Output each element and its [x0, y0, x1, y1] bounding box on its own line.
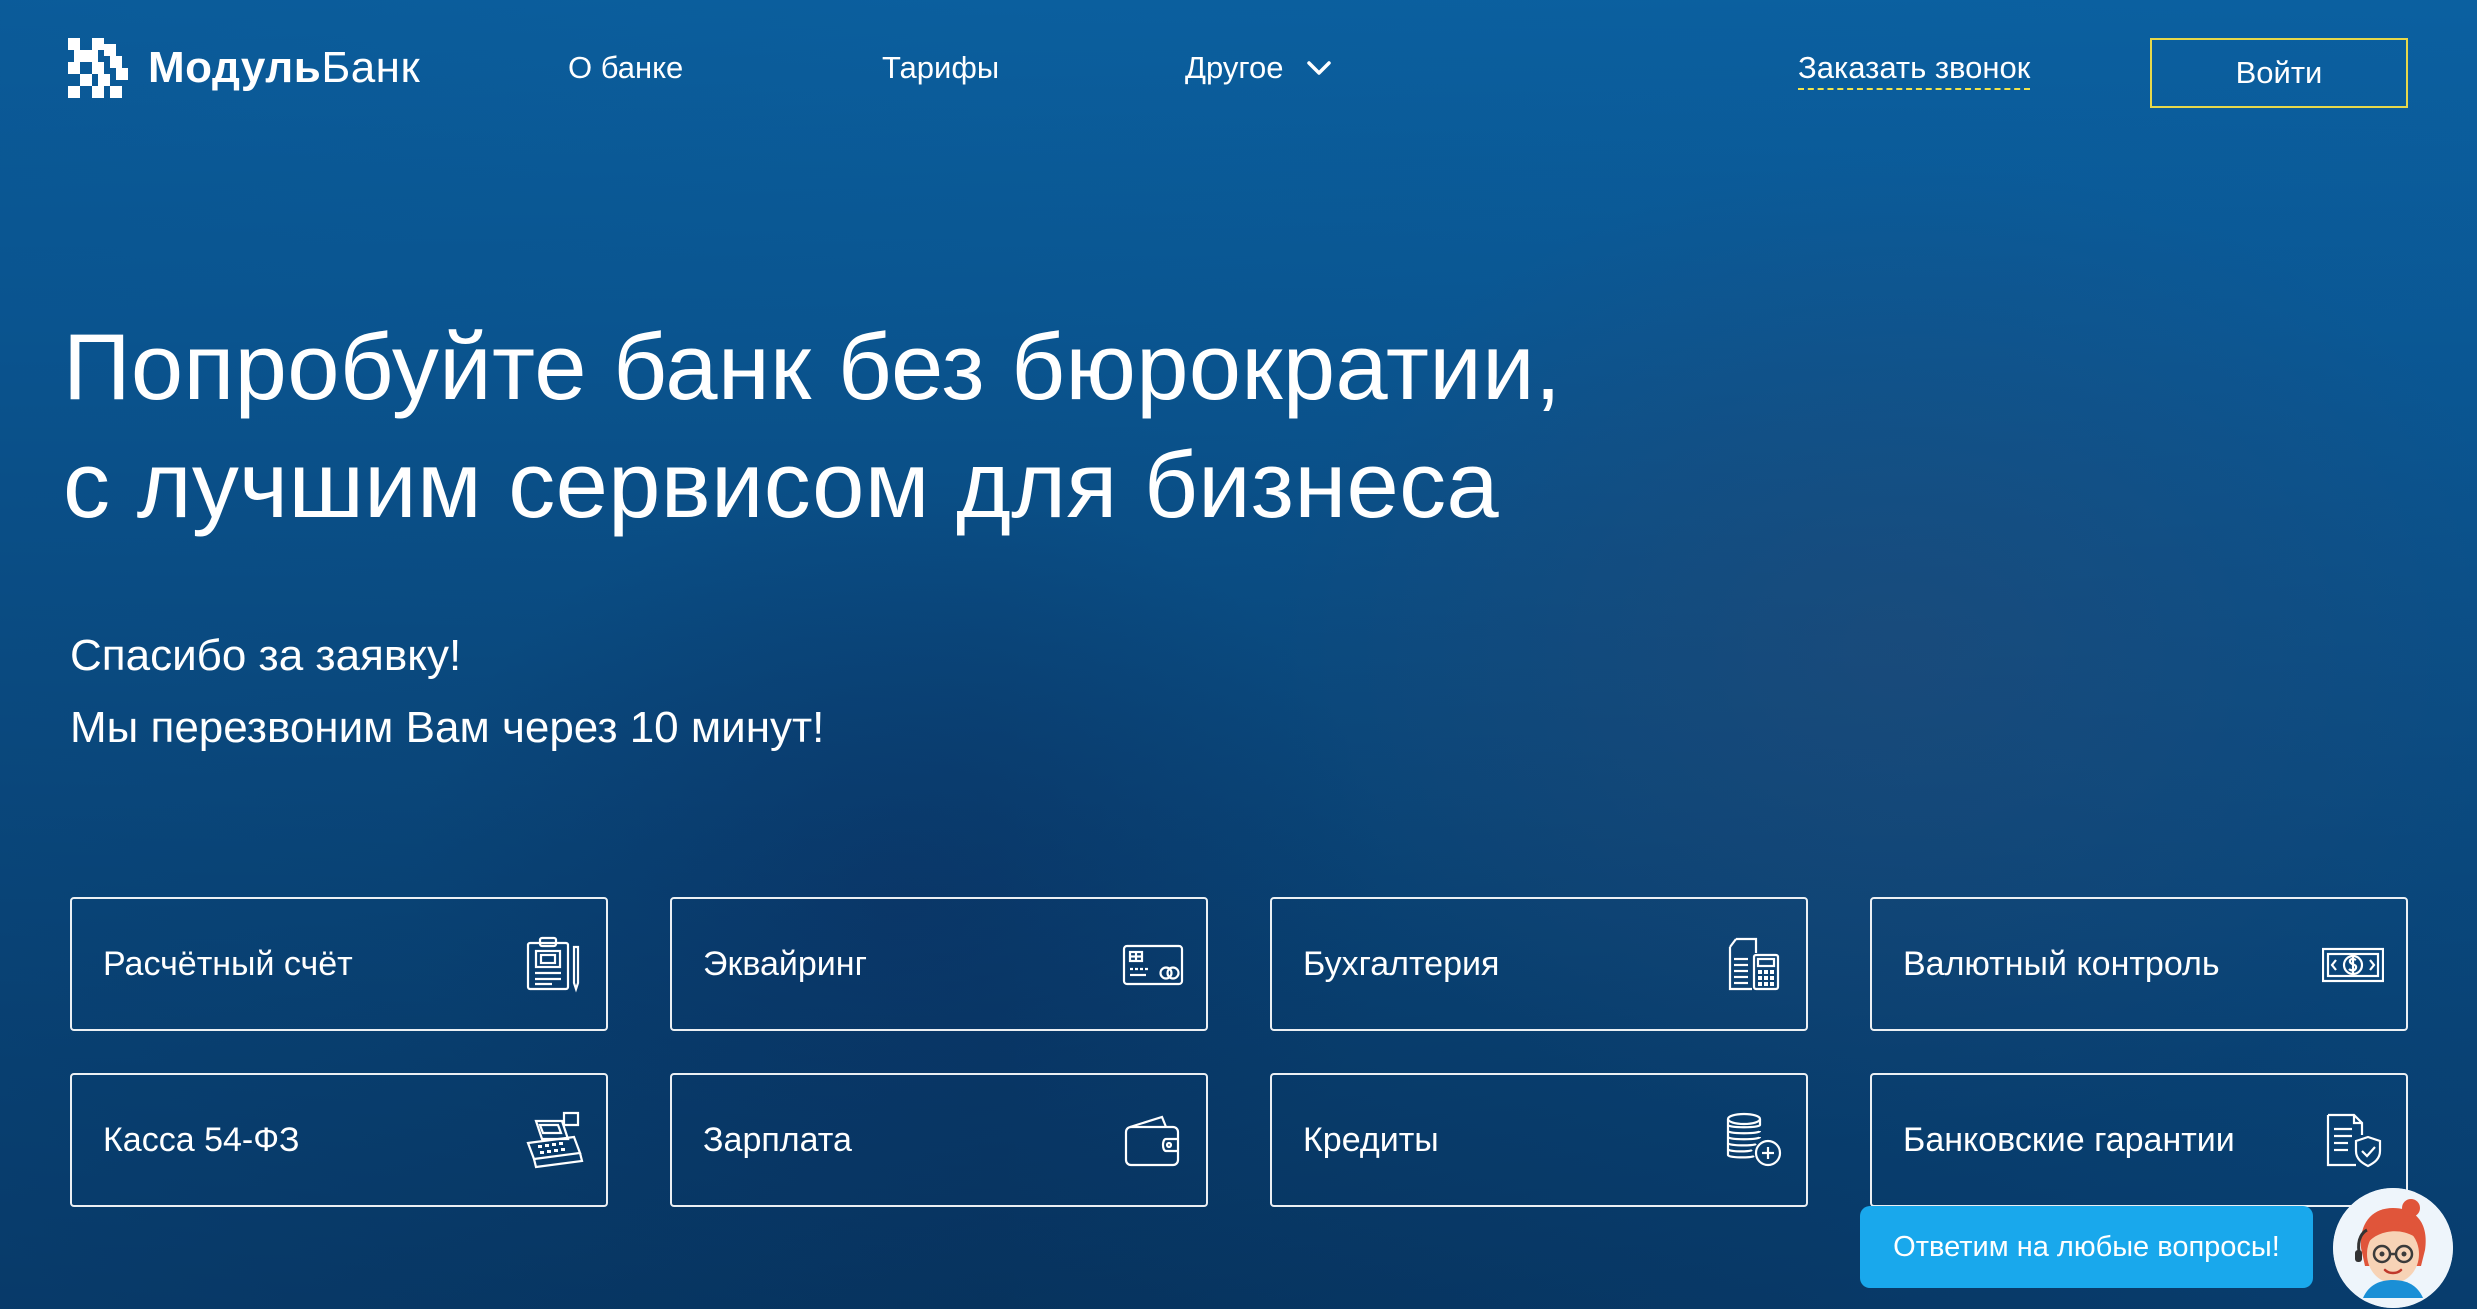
- logo-text-light: Банк: [321, 43, 421, 92]
- headline-line-1: Попробуйте банк без бюрократии,: [63, 314, 1562, 419]
- service-card-label: Кредиты: [1303, 1120, 1439, 1159]
- order-callback-link[interactable]: Заказать звонок: [1798, 50, 2031, 90]
- service-card-acquiring[interactable]: Эквайринг: [670, 897, 1208, 1031]
- coin-stack-plus-icon: [1722, 1109, 1784, 1171]
- service-card-label: Валютный контроль: [1903, 944, 2220, 983]
- service-card-account[interactable]: Расчётный счёт: [70, 897, 608, 1031]
- service-card-accounting[interactable]: Бухгалтерия: [1270, 897, 1808, 1031]
- cash-register-icon: [522, 1109, 584, 1171]
- nav-tariffs[interactable]: Тарифы: [882, 50, 999, 86]
- thank-you-message: Спасибо за заявку! Мы перезвоним Вам чер…: [70, 620, 824, 764]
- service-card-salary[interactable]: Зарплата: [670, 1073, 1208, 1207]
- logo-text: МодульБанк: [148, 43, 420, 93]
- dollar-banknote-icon: [2322, 933, 2384, 995]
- logo-mark-icon: [68, 38, 128, 98]
- service-card-cash-register[interactable]: Касса 54-ФЗ: [70, 1073, 608, 1207]
- headline-line-2: с лучшим сервисом для бизнеса: [63, 432, 1500, 537]
- nav-other-dropdown[interactable]: Другое: [1185, 50, 1332, 86]
- documents-calculator-icon: [1722, 933, 1784, 995]
- wallet-icon: [1122, 1109, 1184, 1171]
- login-button[interactable]: Войти: [2150, 38, 2408, 108]
- nav-other-label: Другое: [1185, 50, 1284, 85]
- service-card-label: Эквайринг: [703, 944, 867, 983]
- service-card-label: Касса 54-ФЗ: [103, 1120, 300, 1159]
- service-card-label: Бухгалтерия: [1303, 944, 1500, 983]
- service-card-label: Банковские гарантии: [1903, 1120, 2235, 1159]
- document-shield-icon: [2322, 1109, 2384, 1171]
- service-card-currency-control[interactable]: Валютный контроль: [1870, 897, 2408, 1031]
- clipboard-document-icon: [522, 933, 584, 995]
- thank-you-line-2: Мы перезвоним Вам через 10 минут!: [70, 703, 825, 752]
- service-card-label: Зарплата: [703, 1120, 852, 1159]
- bank-card-icon: [1122, 933, 1184, 995]
- service-card-bank-guarantees[interactable]: Банковские гарантии: [1870, 1073, 2408, 1207]
- service-card-credits[interactable]: Кредиты: [1270, 1073, 1808, 1207]
- logo-text-bold: Модуль: [148, 43, 322, 92]
- page-headline: Попробуйте банк без бюрократии, с лучшим…: [63, 308, 1561, 544]
- nav-about[interactable]: О банке: [568, 50, 683, 86]
- chevron-down-icon: [1306, 61, 1331, 75]
- logo[interactable]: МодульБанк: [68, 38, 420, 98]
- chat-invite-button[interactable]: Ответим на любые вопросы!: [1860, 1206, 2313, 1288]
- support-agent-avatar-icon[interactable]: [2333, 1188, 2453, 1308]
- thank-you-line-1: Спасибо за заявку!: [70, 631, 462, 680]
- service-card-label: Расчётный счёт: [103, 944, 353, 983]
